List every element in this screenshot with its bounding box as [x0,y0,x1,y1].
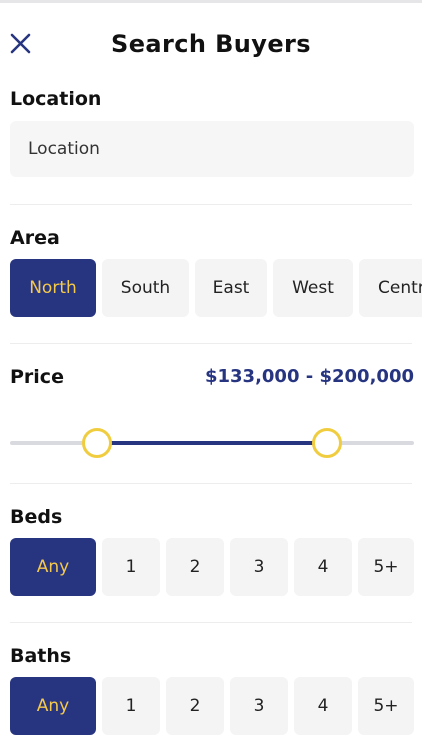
location-title: Location [10,88,102,110]
slider-thumb-max[interactable] [312,428,343,458]
beds-option-2[interactable]: 2 [166,538,224,596]
page-title: Search Buyers [111,30,311,58]
beds-option-3[interactable]: 3 [230,538,288,596]
divider [10,204,412,205]
top-border [0,0,422,3]
baths-options: Any 1 2 3 4 5+ [10,677,414,735]
baths-option-4[interactable]: 4 [294,677,352,735]
price-slider[interactable] [10,425,414,461]
price-title: Price [10,366,64,388]
baths-option-3[interactable]: 3 [230,677,288,735]
divider [10,483,412,484]
area-option-west[interactable]: West [273,259,353,317]
beds-option-1[interactable]: 1 [102,538,160,596]
baths-option-2[interactable]: 2 [166,677,224,735]
area-title: Area [10,227,60,249]
beds-option-4[interactable]: 4 [294,538,352,596]
beds-option-5-plus[interactable]: 5+ [358,538,414,596]
beds-title: Beds [10,506,63,528]
baths-option-1[interactable]: 1 [102,677,160,735]
baths-option-any[interactable]: Any [10,677,96,735]
location-input[interactable] [10,121,414,177]
divider [10,343,412,344]
area-options: North South East West Central [10,259,422,317]
area-option-south[interactable]: South [102,259,189,317]
divider [10,622,412,623]
area-option-central[interactable]: Central [359,259,422,317]
header: Search Buyers [0,22,422,68]
baths-title: Baths [10,645,72,667]
slider-thumb-min[interactable] [81,428,112,458]
price-range-value: $133,000 - $200,000 [204,366,414,387]
area-option-north[interactable]: North [10,259,96,317]
slider-track-fill [96,441,328,445]
beds-options: Any 1 2 3 4 5+ [10,538,414,596]
area-option-east[interactable]: East [195,259,267,317]
beds-option-any[interactable]: Any [10,538,96,596]
baths-option-5-plus[interactable]: 5+ [358,677,414,735]
